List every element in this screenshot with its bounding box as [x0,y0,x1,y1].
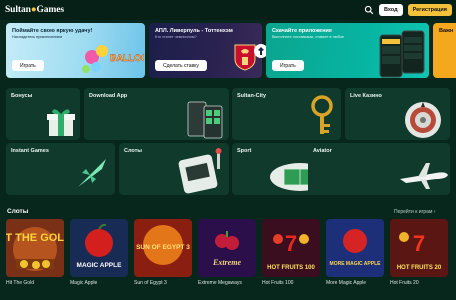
roulette-icon [405,102,441,138]
game-art: MORE MAGIC APPLE [326,219,384,277]
search-icon[interactable] [364,5,374,15]
game-card-extreme-megaways[interactable]: Extreme [198,219,256,277]
game-art: Extreme [198,219,256,277]
game-name: Sun of Egypt 3 [134,280,167,286]
category-label: Слоты [124,148,143,154]
game-art-text: MAGIC APPLE [77,262,123,269]
banner-balloon[interactable]: Поймайте свою яркую удачу! Насладитесь п… [6,23,145,78]
category-aviator[interactable]: Aviator [308,143,450,195]
game-art: 7 HOT FRUITS 100 [262,219,320,277]
category-live-casino[interactable]: Live Казино [345,88,450,140]
category-download-app[interactable]: Download App [84,88,229,140]
banner-app[interactable]: Скачайте приложение Выполните поставками… [266,23,429,78]
game-art: MAGIC APPLE [70,219,128,277]
game-name: More Magic Apple [326,280,367,286]
phone-icon [187,101,223,139]
game-card-sun-of-egypt-3[interactable]: SUN OF EGYPT 3 [134,219,192,277]
category-label: Live Казино [350,93,382,99]
banner-bet-button[interactable]: Сделать ставку [155,60,207,71]
balloon-art: BALLOON [82,45,144,73]
svg-text:7: 7 [413,231,425,256]
game-card-hot-fruits-100[interactable]: 7 HOT FRUITS 100 [262,219,320,277]
go-to-games-link[interactable]: Перейти к играм › [394,209,435,215]
game-art-text: MORE MAGIC APPLE [330,261,382,267]
banner-title: АПЛ. Ливерпуль - Тоттенхэм [155,28,233,34]
game-card-hit-the-gold[interactable]: HIT THE GOLD! [6,219,64,277]
game-art-text: Extreme [212,258,241,267]
register-button[interactable]: Регистрация [407,4,452,16]
category-slots[interactable]: Слоты [119,143,229,195]
category-label: Бонусы [11,93,33,99]
phones-art [379,30,425,78]
game-name: Extreme Megaways [198,280,242,286]
banner-title: Важн [439,28,454,34]
category-label: Aviator [313,148,332,154]
plane-icon [400,163,448,189]
banner-subtitle: Выполните поставками, ставьте в любое [272,35,345,39]
game-card-magic-apple[interactable]: MAGIC APPLE [70,219,128,277]
key-icon [311,95,333,134]
game-name: Magic Apple [70,280,98,286]
category-sultan-city[interactable]: Sultan-City [232,88,341,140]
category-label: Download App [89,93,128,99]
login-button[interactable]: Вход [378,4,403,16]
banner-subtitle: Насладитесь приключением [12,35,63,39]
banner-subtitle: Кто станет чемпионом? [155,35,197,39]
go-to-games-label: Перейти к играм [394,209,433,215]
slots-header: Слоты Перейти к играм › [0,205,456,219]
game-name: Hot Fruits 20 [390,280,419,286]
game-art-text: HOT FRUITS 20 [397,265,442,271]
game-card-hot-fruits-20[interactable]: 7 HOT FRUITS 20 [390,219,448,277]
logo[interactable]: Sultan●Games [5,5,64,15]
chevron-right-icon: › [433,209,436,215]
game-art: SUN OF EGYPT 3 [134,219,192,277]
banner-title: Поймайте свою яркую удачу! [12,28,93,34]
logo-main: Sultan [5,5,31,15]
gift-icon [47,109,75,136]
slot-machine-icon [178,148,222,194]
banner-partial[interactable]: Важн [433,23,456,78]
category-label: Sultan-City [237,93,267,99]
banner-app-button[interactable]: Играть [272,60,304,71]
category-instant-games[interactable]: Instant Games [6,143,115,195]
category-bonuses[interactable]: Бонусы [6,88,80,140]
category-label: Instant Games [11,148,49,154]
banner-football[interactable]: АПЛ. Ливерпуль - Тоттенхэм Кто станет че… [149,23,262,78]
game-art-text: HOT FRUITS 100 [267,265,315,271]
banner-play-button[interactable]: Играть [12,60,44,71]
banner-title: Скачайте приложение [272,28,332,34]
game-name: Hit The Gold [6,280,34,286]
game-card-more-magic-apple[interactable]: MORE MAGIC APPLE [326,219,384,277]
game-art: 7 HOT FRUITS 20 [390,219,448,277]
top-bar: Sultan●Games Вход Регистрация [0,0,456,20]
rocket-icon [78,159,106,187]
game-art: HIT THE GOLD! [6,219,64,277]
banner-art-text: BALLOON [110,53,144,63]
game-name: Hot Fruits 100 [262,280,294,286]
logo-sub: Games [36,5,64,15]
slots-title: Слоты [7,208,29,215]
category-label: Sport [237,148,252,154]
svg-text:7: 7 [285,231,297,256]
game-art-text: SUN OF EGYPT 3 [136,244,190,251]
game-art-text: HIT THE GOLD! [6,232,64,244]
